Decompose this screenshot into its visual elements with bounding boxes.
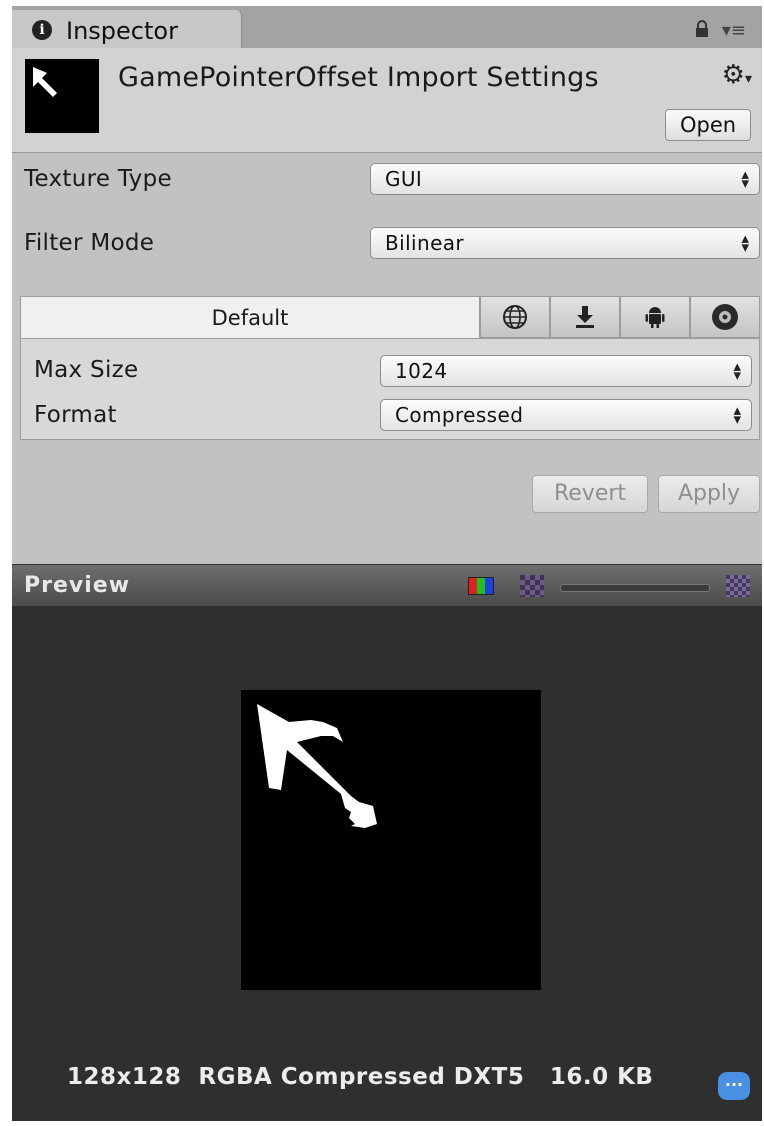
format-label: Format <box>34 402 117 428</box>
platform-tabs: Default <box>20 296 760 338</box>
mip-level-slider[interactable] <box>560 584 710 592</box>
filter-mode-value: Bilinear <box>385 231 465 255</box>
tab-default-label: Default <box>211 306 289 330</box>
texture-type-label: Texture Type <box>24 166 172 192</box>
revert-button[interactable]: Revert <box>532 475 648 513</box>
tab-disc[interactable] <box>690 296 760 338</box>
tab-standalone[interactable] <box>550 296 620 338</box>
filter-mode-label: Filter Mode <box>24 230 155 256</box>
tab-default[interactable]: Default <box>20 296 480 338</box>
preview-header: Preview <box>12 564 762 607</box>
max-size-value: 1024 <box>395 359 448 383</box>
info-icon: i <box>32 20 52 40</box>
globe-icon <box>503 305 527 329</box>
format-value: Compressed <box>395 403 524 427</box>
tab-title: Inspector <box>66 17 178 45</box>
menu-icon[interactable]: ▾≡ <box>722 20 746 41</box>
rgb-channel-icon[interactable] <box>468 577 494 595</box>
platform-settings-panel: Max Size 1024 ▴ ▾ Format Compressed ▴ ▾ <box>20 338 760 440</box>
alpha-channel-icon[interactable] <box>520 575 544 597</box>
download-icon <box>576 306 594 328</box>
android-icon <box>645 307 665 328</box>
updown-arrow-icon: ▴ ▾ <box>733 401 741 428</box>
apply-button[interactable]: Apply <box>658 475 760 513</box>
mipmap-icon[interactable] <box>726 575 750 597</box>
chat-bubble-icon[interactable]: ... <box>718 1071 750 1100</box>
texture-preview <box>241 690 541 990</box>
texture-thumbnail <box>25 59 99 133</box>
max-size-label: Max Size <box>34 357 139 383</box>
chat-badge-dots: ... <box>724 1071 744 1090</box>
filter-mode-dropdown[interactable]: Bilinear ▴ ▾ <box>370 227 760 259</box>
preview-area: 128x128 RGBA Compressed DXT5 16.0 KB ... <box>12 606 762 1121</box>
gear-icon[interactable]: ⚙▾ <box>722 60 752 90</box>
max-size-dropdown[interactable]: 1024 ▴ ▾ <box>380 355 752 387</box>
texture-info: 128x128 RGBA Compressed DXT5 16.0 KB <box>67 1064 654 1090</box>
preview-title: Preview <box>24 573 131 598</box>
tab-web[interactable] <box>480 296 550 338</box>
tab-inspector[interactable]: i Inspector <box>12 10 242 48</box>
asset-title: GamePointerOffset Import Settings <box>118 62 599 93</box>
tab-android[interactable] <box>620 296 690 338</box>
disc-icon <box>712 304 738 330</box>
asset-header: GamePointerOffset Import Settings ⚙▾ Ope… <box>12 48 762 153</box>
updown-arrow-icon: ▴ ▾ <box>741 165 749 192</box>
inspector-window: i Inspector ▾≡ GamePointerOffset Import … <box>12 6 762 1121</box>
updown-arrow-icon: ▴ ▾ <box>741 229 749 256</box>
open-button[interactable]: Open <box>665 109 751 141</box>
texture-type-dropdown[interactable]: GUI ▴ ▾ <box>370 163 760 195</box>
updown-arrow-icon: ▴ ▾ <box>733 357 741 384</box>
lock-icon[interactable] <box>694 20 710 42</box>
texture-type-value: GUI <box>385 167 423 191</box>
format-dropdown[interactable]: Compressed ▴ ▾ <box>380 399 752 431</box>
tab-strip: i Inspector ▾≡ <box>12 6 762 48</box>
